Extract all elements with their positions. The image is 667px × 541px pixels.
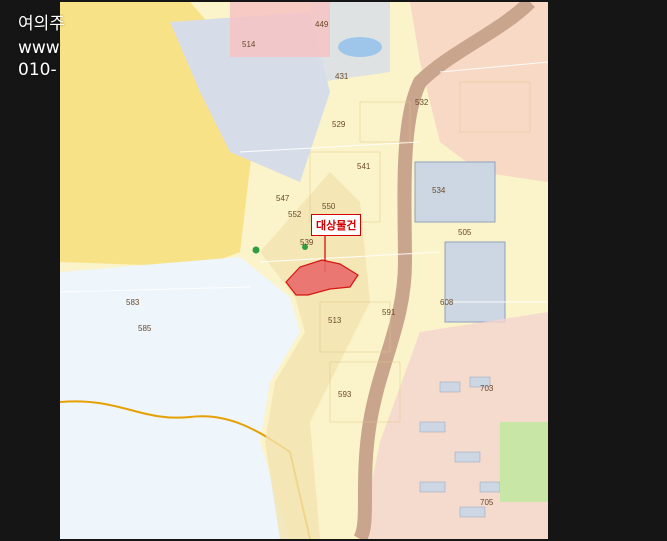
map-label: 585 <box>138 324 152 333</box>
watermark-line-1: 여의주 <box>18 14 65 34</box>
map-label: 514 <box>242 40 256 49</box>
map-label: 505 <box>458 228 472 237</box>
map-label: 591 <box>382 308 396 317</box>
map-label: 705 <box>480 498 494 507</box>
map-view[interactable]: 514 449 431 532 529 541 547 552 534 505 … <box>60 2 548 539</box>
map-label: 593 <box>338 390 352 399</box>
map-label: 449 <box>315 20 329 29</box>
map-label: 534 <box>432 186 446 195</box>
map-label: 552 <box>288 210 302 219</box>
screen-frame: 514 449 431 532 529 541 547 552 534 505 … <box>0 0 667 541</box>
watermark-line-2: www <box>18 38 60 58</box>
map-label: 529 <box>332 120 346 129</box>
map-label: 431 <box>335 72 349 81</box>
map-label: 547 <box>276 194 290 203</box>
target-property-label: 대상물건 <box>311 214 362 236</box>
map-label: 539 <box>300 238 314 247</box>
map-label: 583 <box>126 298 140 307</box>
map-label: 550 <box>322 202 336 211</box>
map-label: 703 <box>480 384 494 393</box>
map-label: 532 <box>415 98 429 107</box>
map-label: 608 <box>440 298 454 307</box>
map-label: 541 <box>357 162 371 171</box>
watermark-line-3: 010- <box>18 60 57 80</box>
map-canvas <box>60 2 548 539</box>
map-label: 513 <box>328 316 342 325</box>
